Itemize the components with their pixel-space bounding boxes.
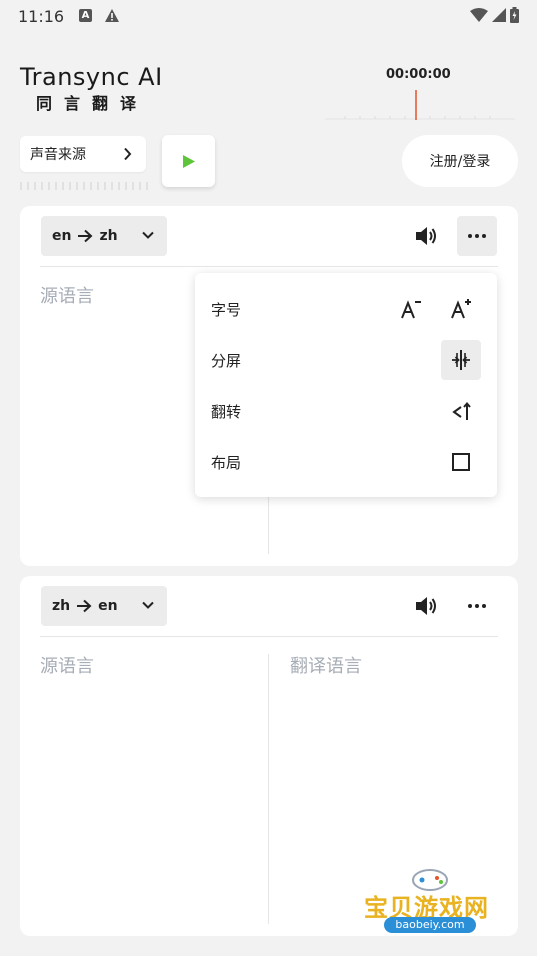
- lang-from: zh: [52, 598, 71, 614]
- login-button[interactable]: 注册/登录: [402, 135, 518, 187]
- menu-item-label: 翻转: [211, 403, 242, 421]
- split-screen-icon: [452, 350, 470, 370]
- arrow-right-icon: [77, 229, 93, 243]
- battery-icon: [510, 7, 519, 23]
- chevron-down-icon: [142, 601, 154, 609]
- wifi-icon: [470, 8, 488, 22]
- timeline-waveform: [325, 90, 515, 120]
- status-right: [470, 7, 519, 23]
- audio-source-button[interactable]: 声音来源: [20, 136, 146, 172]
- menu-item-label: 分屏: [211, 352, 242, 370]
- audio-source-label: 声音来源: [30, 147, 86, 163]
- warning-icon: [105, 9, 119, 22]
- language-pair-select-1[interactable]: en zh: [41, 216, 167, 256]
- divider-vertical: [268, 654, 269, 924]
- source-text-area-2[interactable]: 源语言: [40, 652, 94, 678]
- flip-button[interactable]: [441, 391, 481, 431]
- lang-to: zh: [99, 228, 118, 244]
- status-time: 11:16: [18, 7, 65, 26]
- app-logo: Transync AI 同言翻译: [20, 62, 180, 114]
- layout-square-icon: [452, 453, 470, 471]
- play-icon: [182, 154, 195, 168]
- layout-button[interactable]: [441, 442, 481, 482]
- font-decrease-icon: [401, 300, 421, 319]
- lang-from: en: [52, 228, 72, 244]
- menu-item-layout: 布局: [195, 440, 497, 484]
- language-pair-select-2[interactable]: zh en: [41, 586, 167, 626]
- audio-level-meter: [20, 182, 148, 190]
- flip-icon: [452, 401, 471, 420]
- more-horizontal-icon: [468, 604, 486, 608]
- menu-item-label: 布局: [211, 454, 242, 472]
- more-options-button-2[interactable]: [457, 586, 497, 626]
- chevron-right-icon: [124, 147, 132, 161]
- font-increase-icon: [451, 299, 471, 319]
- recording-timer: 00:00:00: [386, 67, 451, 82]
- play-button[interactable]: [162, 135, 215, 187]
- more-options-button-1[interactable]: [457, 216, 497, 256]
- status-bar: 11:16 A: [0, 0, 537, 32]
- watermark: 宝贝游戏网 baobeiy.com: [352, 860, 512, 950]
- chevron-down-icon: [142, 231, 154, 239]
- menu-item-font-size: 字号: [195, 287, 497, 331]
- options-menu: 字号 分屏 翻转 布局: [195, 273, 497, 497]
- speaker-icon[interactable]: [414, 595, 438, 617]
- more-horizontal-icon: [468, 234, 486, 238]
- logo-chinese: 同言翻译: [36, 94, 149, 113]
- menu-item-split-screen: 分屏: [195, 338, 497, 382]
- lang-to: en: [98, 598, 118, 614]
- split-screen-button[interactable]: [441, 340, 481, 380]
- divider: [40, 266, 498, 267]
- logo-english: Transync AI: [20, 63, 163, 91]
- menu-item-label: 字号: [211, 301, 242, 319]
- font-increase-button[interactable]: [441, 289, 481, 329]
- divider: [40, 636, 498, 637]
- watermark-url: baobeiy.com: [384, 917, 476, 933]
- source-text-area-1[interactable]: 源语言: [40, 282, 94, 308]
- target-text-area-2[interactable]: 翻译语言: [290, 652, 362, 678]
- speaker-icon[interactable]: [414, 225, 438, 247]
- menu-item-flip: 翻转: [195, 389, 497, 433]
- signal-icon: [492, 8, 506, 22]
- arrow-right-icon: [76, 599, 92, 613]
- font-decrease-button[interactable]: [391, 289, 431, 329]
- notification-a-icon: A: [79, 9, 92, 22]
